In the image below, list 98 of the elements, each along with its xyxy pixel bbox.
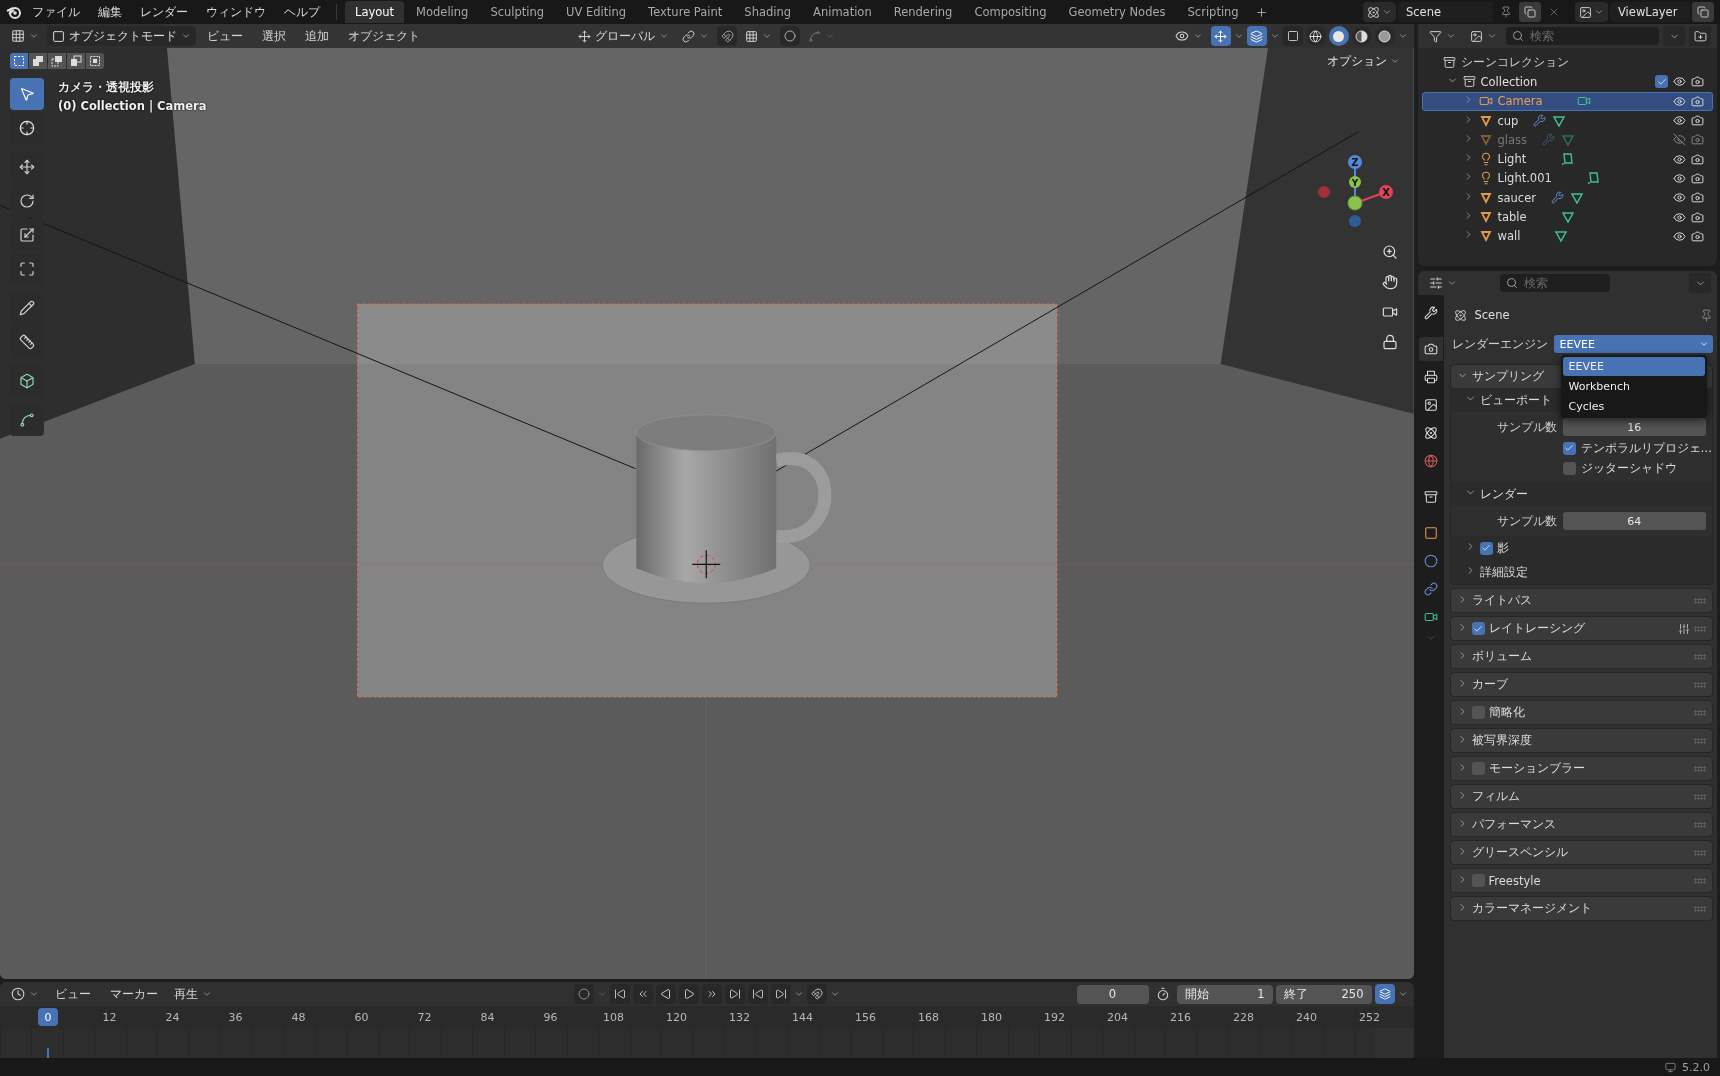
workspace-tab[interactable]: Texture Paint <box>638 1 733 23</box>
panel-header[interactable]: 被写界深度 <box>1450 729 1712 752</box>
workspace-tab[interactable]: Shading <box>734 1 802 23</box>
playback-dropdown[interactable]: 再生 <box>169 984 217 1004</box>
subpanel-header[interactable]: 詳細設定 <box>1450 560 1712 584</box>
tree-item[interactable]: table <box>1497 210 1527 224</box>
orientation-dropdown[interactable]: グローバル <box>573 26 675 46</box>
menu-item[interactable]: マーカー <box>102 982 166 1006</box>
frame-tick-label: 96 <box>542 1010 559 1024</box>
menu-item[interactable]: オブジェクト <box>340 24 428 48</box>
frame-tick-label: 60 <box>353 1010 370 1024</box>
tree-item[interactable]: シーンコレクション <box>1460 55 1569 71</box>
workspace-tab[interactable]: Animation <box>803 1 882 23</box>
frame-tick-label: 192 <box>1043 1010 1066 1024</box>
workspace-tab[interactable]: Layout <box>345 1 405 23</box>
panel-header[interactable]: フィルム <box>1450 785 1712 808</box>
version-label: 5.2.0 <box>1682 1060 1710 1074</box>
frame-tick-label: 108 <box>602 1010 625 1024</box>
panel-header[interactable]: カーブ <box>1450 673 1712 696</box>
menu-item[interactable]: 編集 <box>90 0 130 24</box>
context-path: Scene <box>1474 308 1511 322</box>
menu-item[interactable]: ファイル <box>24 0 88 24</box>
frame-tick-label: 168 <box>917 1010 940 1024</box>
frame-tick-label: 216 <box>1169 1010 1192 1024</box>
checkbox-option[interactable]: テンポラルリプロジェ… <box>1450 438 1712 458</box>
start-frame-value: 1 <box>1257 987 1265 1001</box>
panel-header[interactable]: モーションブラー <box>1450 757 1712 780</box>
frame-tick-label: 84 <box>479 1010 496 1024</box>
menu-option[interactable]: EEVEE <box>1562 357 1705 376</box>
end-frame-field[interactable]: 終了 250 <box>1275 984 1372 1004</box>
frame-tick-label: 252 <box>1358 1010 1381 1024</box>
frame-tick-label: 144 <box>791 1010 814 1024</box>
workspace-tab[interactable]: Geometry Nodes <box>1058 1 1176 23</box>
options-dropdown[interactable]: オプション <box>1322 52 1404 70</box>
menu-item[interactable]: ヘルプ <box>276 0 328 24</box>
view-title: カメラ・透視投影 <box>58 80 155 95</box>
tree-item[interactable]: wall <box>1497 229 1521 244</box>
workspace-tab[interactable]: Scripting <box>1177 1 1249 23</box>
workspace-tab[interactable]: UV Editing <box>556 1 637 23</box>
scene-name-field[interactable]: Scene <box>1398 2 1493 22</box>
samples-field[interactable]: 64 <box>1562 512 1706 530</box>
field-label: サンプル数 <box>1495 513 1558 529</box>
field-label: サンプル数 <box>1495 419 1558 435</box>
panel-header[interactable]: ライトパス <box>1450 589 1712 612</box>
tree-item[interactable]: Light.001 <box>1497 171 1552 186</box>
panel-header[interactable]: 簡略化 <box>1450 701 1712 724</box>
playhead[interactable]: 0 <box>38 1008 58 1026</box>
tree-item[interactable]: Light <box>1497 152 1527 167</box>
menu-item[interactable]: ウィンドウ <box>198 0 274 24</box>
frame-tick-label: 228 <box>1232 1010 1255 1024</box>
frame-tick-label: 240 <box>1295 1010 1318 1024</box>
view-layer-name-field[interactable]: ViewLayer <box>1610 2 1690 22</box>
frame-tick-label: 180 <box>980 1010 1003 1024</box>
panel-header[interactable]: パフォーマンス <box>1450 813 1712 836</box>
frame-tick-label: 120 <box>665 1010 688 1024</box>
frame-tick-label: 12 <box>101 1010 118 1024</box>
frame-tick-label: 132 <box>728 1010 751 1024</box>
frame-tick-label: 204 <box>1106 1010 1129 1024</box>
axis-label: X <box>1381 187 1390 198</box>
panel-header[interactable]: Freestyle <box>1450 869 1712 892</box>
subpanel-header[interactable]: 影 <box>1450 536 1712 560</box>
menu-option[interactable]: Cycles <box>1562 397 1705 416</box>
frame-tick-label: 48 <box>290 1010 307 1024</box>
start-frame-label: 開始 <box>1184 986 1209 1002</box>
frame-tick-label: 156 <box>854 1010 877 1024</box>
panel-header[interactable]: グリースペンシル <box>1450 841 1712 864</box>
workspace-tab[interactable]: Modeling <box>406 1 479 23</box>
active-object-info: (0) Collection | Camera <box>58 99 207 113</box>
tree-item[interactable]: cup <box>1497 113 1519 128</box>
tree-item[interactable]: Collection <box>1480 74 1538 89</box>
end-frame-label: 終了 <box>1283 986 1308 1002</box>
checkbox-option[interactable]: ジッターシャドウ <box>1450 458 1677 478</box>
frame-tick-label: 36 <box>227 1010 244 1024</box>
mode-dropdown[interactable]: オブジェクトモード <box>47 26 196 46</box>
tree-item[interactable]: saucer <box>1497 190 1536 205</box>
frame-tick-label: 72 <box>416 1010 433 1024</box>
menu-item[interactable]: 選択 <box>254 24 294 48</box>
workspace-tab[interactable]: Sculpting <box>480 1 555 23</box>
axis-label: Y <box>1351 177 1358 188</box>
render-engine-dropdown[interactable]: EEVEE <box>1553 335 1713 353</box>
tree-item[interactable]: Camera <box>1497 94 1543 109</box>
samples-field[interactable]: 16 <box>1562 418 1706 436</box>
menu-option[interactable]: Workbench <box>1562 377 1705 396</box>
axis-label: Z <box>1350 157 1359 168</box>
panel-header[interactable]: レイトレーシング <box>1450 617 1712 640</box>
menu-item[interactable]: 追加 <box>297 24 337 48</box>
menu-item[interactable]: ビュー <box>47 982 99 1006</box>
field-label: レンダーエンジン <box>1450 336 1549 352</box>
workspace-tab[interactable]: Compositing <box>964 1 1057 23</box>
menu-item[interactable]: レンダー <box>132 0 196 24</box>
menu-item[interactable]: ビュー <box>199 24 251 48</box>
current-frame-field[interactable]: 0 <box>1076 984 1149 1004</box>
workspace-tab[interactable]: Rendering <box>883 1 963 23</box>
frame-tick-label: 24 <box>164 1010 181 1024</box>
start-frame-field[interactable]: 開始 1 <box>1176 984 1273 1004</box>
end-frame-value: 250 <box>1341 987 1364 1001</box>
panel-header[interactable]: カラーマネージメント <box>1450 897 1712 920</box>
panel-header[interactable]: ボリューム <box>1450 645 1712 668</box>
